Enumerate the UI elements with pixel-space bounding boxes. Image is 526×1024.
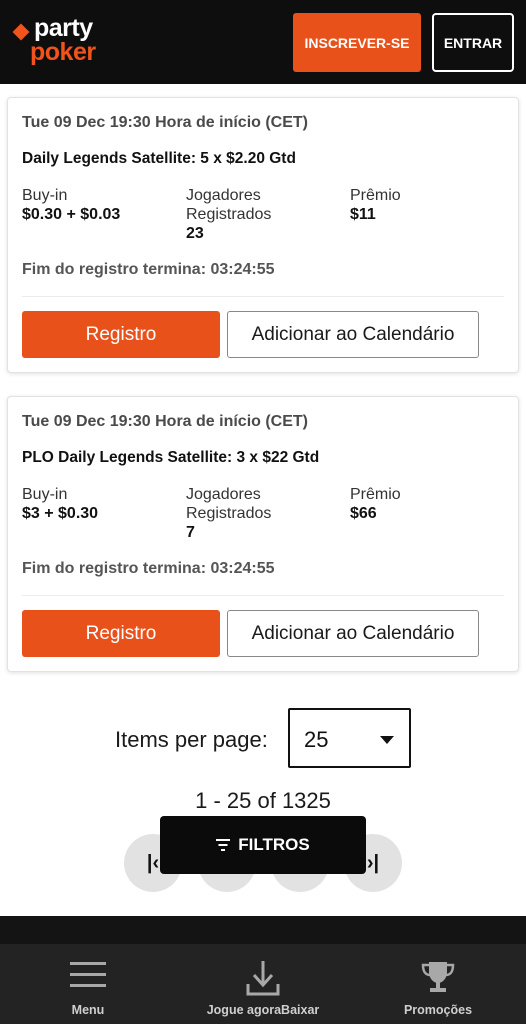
- register-button[interactable]: Registro: [22, 610, 220, 657]
- prize-column: Prêmio $11: [350, 186, 401, 225]
- chevron-down-icon: [380, 736, 394, 744]
- register-button[interactable]: Registro: [22, 311, 220, 358]
- items-per-page-label: Items per page:: [115, 727, 268, 752]
- add-to-calendar-button[interactable]: Adicionar ao Calendário: [227, 311, 479, 358]
- login-button[interactable]: ENTRAR: [432, 13, 514, 72]
- download-icon: [246, 961, 280, 996]
- menu-icon: [70, 962, 106, 987]
- prize-label: Prêmio: [350, 486, 401, 503]
- players-label: Jogadores: [186, 486, 261, 503]
- bottom-navigation: Menu Jogue agoraBaixar Promoções: [0, 944, 526, 1024]
- registration-end: Fim do registro termina: 03:24:55: [22, 560, 275, 577]
- items-per-page-value: 25: [304, 727, 329, 752]
- nav-promotions[interactable]: Promoções: [388, 944, 488, 1024]
- buyin-value: $0.30 + $0.03: [22, 206, 121, 223]
- prize-label: Prêmio: [350, 187, 401, 204]
- players-label-2: Registrados: [186, 505, 272, 522]
- nav-download[interactable]: Jogue agoraBaixar: [193, 944, 333, 1024]
- players-label-2: Registrados: [186, 206, 272, 223]
- footer-strip: [0, 916, 526, 944]
- tournament-card: Tue 09 Dec 19:30 Hora de início (CET) Da…: [7, 97, 519, 373]
- filters-button[interactable]: FILTROS: [160, 816, 366, 874]
- card-divider: [22, 595, 504, 596]
- tournament-title: PLO Daily Legends Satellite: 3 x $22 Gtd: [22, 449, 320, 466]
- tournament-start-time: Tue 09 Dec 19:30 Hora de início (CET): [22, 413, 309, 430]
- items-per-page-select[interactable]: 25: [288, 708, 411, 768]
- partypoker-logo[interactable]: party poker: [12, 14, 102, 70]
- nav-menu-label: Menu: [71, 1003, 105, 1017]
- filter-icon: [216, 839, 231, 851]
- trophy-icon: [421, 962, 455, 992]
- last-page-icon: ›|: [366, 851, 380, 874]
- players-label: Jogadores: [186, 187, 261, 204]
- registration-end: Fim do registro termina: 03:24:55: [22, 261, 275, 278]
- logo-diamond-icon: [12, 23, 30, 41]
- tournament-start-time: Tue 09 Dec 19:30 Hora de início (CET): [22, 114, 309, 131]
- logo-text-poker: poker: [30, 38, 96, 66]
- nav-download-label: Jogue agoraBaixar: [206, 1003, 320, 1017]
- players-column: Jogadores Registrados 7: [186, 485, 271, 543]
- prize-column: Prêmio $66: [350, 485, 401, 524]
- prize-value: $11: [350, 206, 376, 223]
- add-to-calendar-button[interactable]: Adicionar ao Calendário: [227, 610, 479, 657]
- players-column: Jogadores Registrados 23: [186, 186, 271, 244]
- top-header: party poker INSCREVER-SE ENTRAR: [0, 0, 526, 84]
- buyin-column: Buy-in $0.30 + $0.03: [22, 186, 120, 225]
- filters-label: FILTROS: [238, 835, 310, 854]
- card-divider: [22, 296, 504, 297]
- buyin-label: Buy-in: [22, 486, 68, 503]
- buyin-value: $3 + $0.30: [22, 505, 99, 522]
- nav-menu[interactable]: Menu: [38, 944, 138, 1024]
- nav-promotions-label: Promoções: [403, 1003, 473, 1017]
- prize-value: $66: [350, 505, 377, 522]
- players-value: 23: [186, 225, 204, 242]
- buyin-column: Buy-in $3 + $0.30: [22, 485, 98, 524]
- tournament-card: Tue 09 Dec 19:30 Hora de início (CET) PL…: [7, 396, 519, 672]
- pagination-range: 1 - 25 of 1325: [195, 788, 331, 813]
- tournament-title: Daily Legends Satellite: 5 x $2.20 Gtd: [22, 150, 296, 167]
- players-value: 7: [186, 524, 195, 541]
- first-page-icon: |‹: [146, 851, 160, 874]
- buyin-label: Buy-in: [22, 187, 68, 204]
- signup-button[interactable]: INSCREVER-SE: [293, 13, 421, 72]
